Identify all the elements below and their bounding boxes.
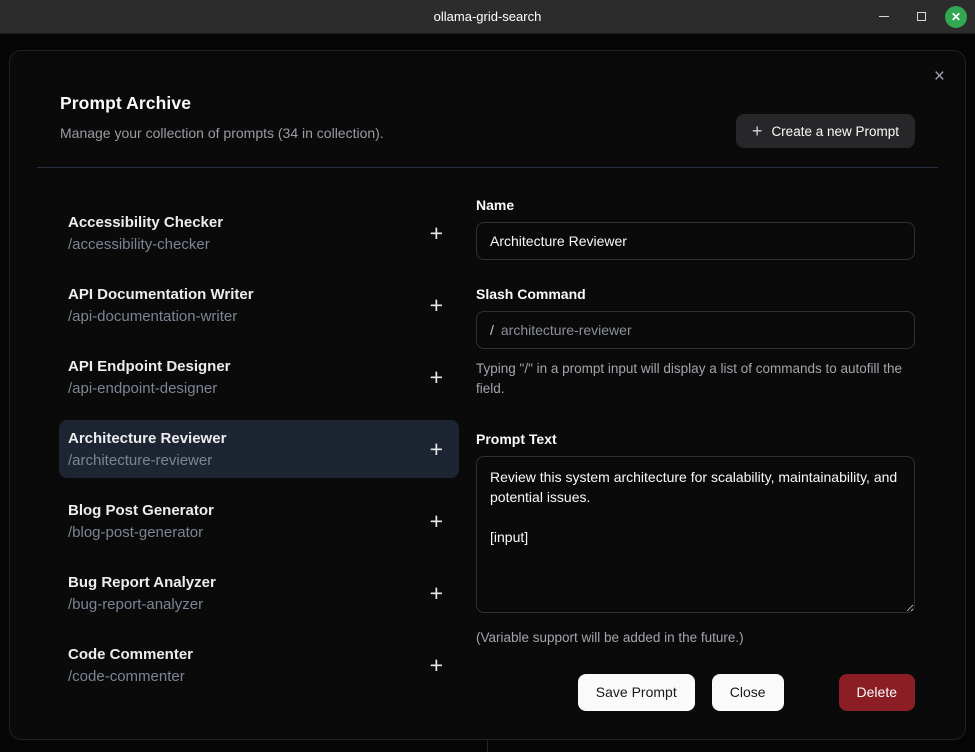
prompt-text-label: Prompt Text [476, 430, 557, 447]
plus-icon: + [429, 219, 443, 246]
add-prompt-button[interactable]: + [426, 219, 447, 246]
prompt-item-name: Architecture Reviewer [68, 429, 227, 447]
window-controls: ✕ [871, 0, 967, 33]
prompt-text-help-text: (Variable support will be added in the f… [476, 629, 744, 645]
add-prompt-button[interactable]: + [426, 651, 447, 678]
save-prompt-button[interactable]: Save Prompt [577, 673, 695, 711]
prompt-item-slug: /api-endpoint-designer [68, 379, 218, 397]
prompt-text-textarea[interactable]: Review this system architecture for scal… [476, 455, 915, 613]
prompt-list-item-blog-post-generator[interactable]: Blog Post Generator /blog-post-generator… [59, 492, 459, 550]
prompt-item-slug: /api-documentation-writer [68, 307, 238, 325]
prompt-list-item-code-commenter[interactable]: Code Commenter /code-commenter + [59, 636, 459, 694]
plus-icon: + [429, 363, 443, 390]
prompt-item-name: Code Commenter [68, 645, 194, 663]
minimize-icon [879, 16, 889, 17]
slash-command-value: architecture-reviewer [500, 322, 632, 338]
prompt-item-name: Blog Post Generator [68, 501, 214, 519]
slash-command-help-text: Typing "/" in a prompt input will displa… [476, 361, 903, 397]
add-prompt-button[interactable]: + [426, 435, 447, 462]
add-prompt-button[interactable]: + [426, 291, 447, 318]
name-label: Name [476, 197, 515, 213]
dialog-content: Accessibility Checker /accessibility-che… [10, 168, 965, 711]
prompt-archive-dialog: × Prompt Archive Manage your collection … [9, 50, 966, 740]
dialog-header: Prompt Archive Manage your collection of… [10, 51, 965, 148]
name-input[interactable] [476, 222, 915, 260]
delete-button[interactable]: Delete [838, 673, 915, 711]
prompt-item-slug: /blog-post-generator [68, 523, 204, 541]
form-actions: Save Prompt Close Delete [476, 673, 915, 711]
add-prompt-button[interactable]: + [426, 363, 447, 390]
prompt-list-item-api-endpoint-designer[interactable]: API Endpoint Designer /api-endpoint-desi… [59, 348, 459, 406]
create-new-prompt-button[interactable]: + Create a new Prompt [735, 114, 915, 148]
prompt-list-item-accessibility-checker[interactable]: Accessibility Checker /accessibility-che… [59, 204, 459, 262]
prompt-list: Accessibility Checker /accessibility-che… [59, 204, 459, 711]
prompt-edit-form: Name Slash Command / architecture-review… [476, 197, 915, 711]
window-titlebar: ollama-grid-search ✕ [0, 0, 975, 34]
close-window-button[interactable]: ✕ [945, 5, 967, 28]
prompt-item-slug: /code-commenter [68, 667, 185, 685]
plus-icon: + [429, 435, 443, 462]
plus-icon: + [429, 507, 443, 534]
create-new-prompt-label: Create a new Prompt [771, 123, 899, 139]
prompt-list-item-bug-report-analyzer[interactable]: Bug Report Analyzer /bug-report-analyzer… [59, 564, 459, 622]
slash-command-label: Slash Command [476, 286, 586, 302]
maximize-icon [916, 12, 926, 21]
dialog-title: Prompt Archive [60, 93, 192, 113]
prompt-item-name: Bug Report Analyzer [68, 573, 216, 591]
plus-icon: + [429, 579, 443, 606]
background-app-divider [487, 740, 488, 752]
prompt-list-item-architecture-reviewer[interactable]: Architecture Reviewer /architecture-revi… [59, 420, 459, 478]
plus-icon: + [429, 291, 443, 318]
add-prompt-button[interactable]: + [426, 579, 447, 606]
prompt-item-slug: /bug-report-analyzer [68, 595, 204, 613]
window-title: ollama-grid-search [433, 9, 542, 24]
maximize-button[interactable] [908, 4, 934, 30]
prompt-list-item-api-documentation-writer[interactable]: API Documentation Writer /api-documentat… [59, 276, 459, 334]
prompt-item-slug: /accessibility-checker [68, 235, 210, 253]
close-window-icon: ✕ [950, 9, 962, 24]
prompt-item-name: API Documentation Writer [68, 285, 254, 303]
minimize-button[interactable] [871, 4, 897, 30]
prompt-item-slug: /architecture-reviewer [68, 451, 213, 469]
plus-icon: + [751, 121, 763, 141]
add-prompt-button[interactable]: + [426, 507, 447, 534]
prompt-item-name: Accessibility Checker [68, 213, 224, 231]
slash-prefix: / [490, 322, 494, 338]
close-button[interactable]: Close [711, 673, 784, 711]
prompt-item-name: API Endpoint Designer [68, 357, 231, 375]
slash-command-input[interactable]: / architecture-reviewer [476, 311, 915, 349]
plus-icon: + [429, 651, 443, 678]
